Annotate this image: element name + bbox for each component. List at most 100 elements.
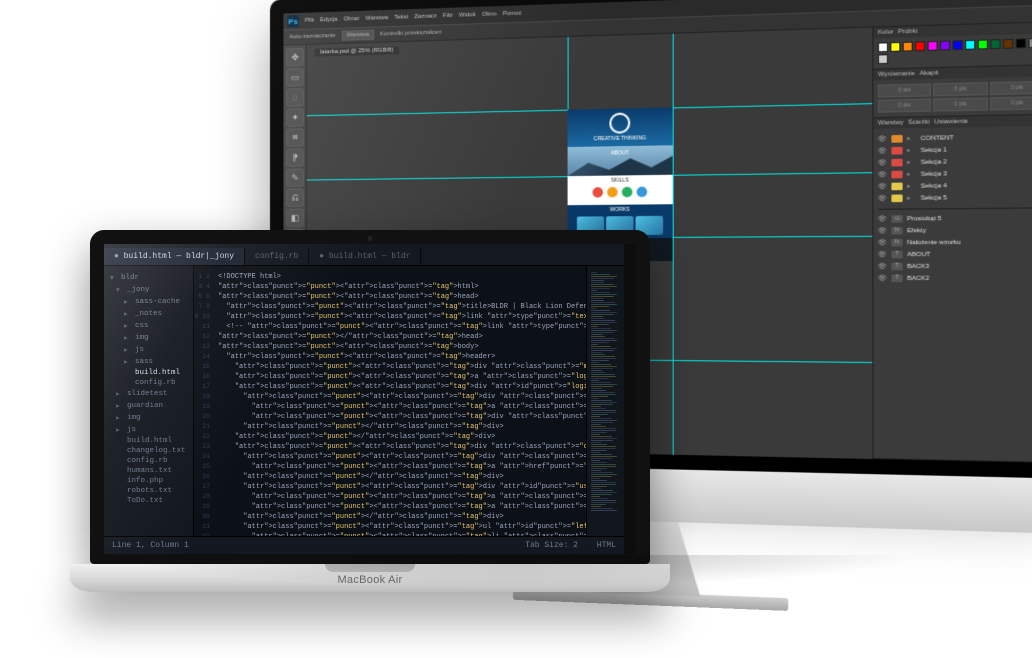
sidebar-folder[interactable]: ▸slidetest [110, 388, 189, 400]
visibility-icon[interactable]: 👁 [878, 275, 887, 283]
ps-option-bounds[interactable]: Kontrolki przekształcen [380, 30, 442, 38]
panel-tab[interactable]: Akapit [920, 70, 939, 77]
ps-menu-item[interactable]: Tekst [394, 14, 408, 21]
swatch[interactable] [978, 39, 988, 49]
swatch[interactable] [890, 42, 900, 52]
folder-icon[interactable]: ▸ [907, 182, 916, 190]
wand-tool-icon[interactable]: ✦ [286, 108, 303, 126]
swatch[interactable] [940, 40, 950, 50]
visibility-icon[interactable]: 👁 [878, 159, 887, 167]
sidebar-file[interactable]: ToDo.txt [110, 496, 189, 506]
visibility-icon[interactable]: 👁 [878, 135, 887, 143]
sidebar-folder[interactable]: ▸sass-cache [110, 296, 189, 308]
folder-icon[interactable]: ▸ [907, 194, 916, 202]
folder-icon[interactable]: ▸ [907, 159, 916, 167]
editor-tab[interactable]: ● build.html — bldr [309, 248, 421, 265]
sidebar-file[interactable]: robots.txt [110, 486, 189, 496]
sidebar-file[interactable]: changelog.txt [110, 446, 189, 456]
sidebar-file[interactable]: config.rb [110, 378, 189, 388]
ps-document-tab[interactable]: latarka.psd @ 25% (RGB/8) [314, 46, 399, 57]
visibility-icon[interactable]: 👁 [878, 263, 887, 271]
layer-row[interactable]: 👁TBACK2 [878, 272, 1032, 284]
ps-menu-item[interactable]: Plik [305, 17, 314, 23]
sidebar-folder[interactable]: ▸guardian [110, 400, 189, 412]
sidebar-folder[interactable]: ▸img [110, 332, 189, 344]
layer-row[interactable]: 👁fxNałożenie wzorku [878, 236, 1032, 249]
ps-menu-item[interactable]: Edycja [320, 17, 338, 24]
ps-menu-item[interactable]: Okno [482, 11, 497, 18]
visibility-icon[interactable]: 👁 [878, 147, 887, 155]
layer-row[interactable]: 👁TABOUT [878, 248, 1032, 261]
sidebar-file[interactable]: build.html [110, 368, 189, 378]
sidebar-folder[interactable]: ▸img [110, 412, 189, 424]
visibility-icon[interactable]: 👁 [878, 251, 887, 259]
editor-tab[interactable]: ● build.html — bldr|_jony [104, 248, 245, 265]
editor-tab[interactable]: config.rb [245, 248, 309, 265]
panel-tab[interactable]: Kolor [878, 29, 894, 36]
visibility-icon[interactable]: 👁 [878, 183, 887, 191]
lasso-tool-icon[interactable]: ◌ [286, 88, 303, 106]
align-field[interactable]: 0 pkt [990, 96, 1032, 110]
swatch[interactable] [965, 40, 975, 50]
layer-row[interactable]: 👁fxEfekty [878, 224, 1032, 237]
ps-menu-item[interactable]: Obraz [343, 16, 359, 23]
sidebar-folder[interactable]: ▸js [110, 424, 189, 436]
ps-option-auto[interactable]: Auto-zaznaczanie [289, 33, 335, 40]
sidebar-folder[interactable]: ▸sass [110, 356, 189, 368]
swatch[interactable] [878, 54, 888, 64]
panel-tab[interactable]: Warstwy [878, 120, 904, 127]
panel-tab[interactable]: Próbki [898, 28, 917, 35]
minimap[interactable] [586, 266, 624, 536]
visibility-icon[interactable]: 👁 [878, 215, 887, 223]
folder-icon[interactable]: ▸ [907, 147, 916, 155]
sidebar-folder[interactable]: ▸css [110, 320, 189, 332]
visibility-icon[interactable]: 👁 [878, 171, 887, 179]
swatch[interactable] [903, 42, 913, 52]
ps-option-mode[interactable]: Warstwa [342, 30, 375, 41]
swatch[interactable] [915, 41, 925, 51]
sidebar-file[interactable]: humans.txt [110, 466, 189, 476]
sidebar-root[interactable]: ▾bldr [110, 272, 189, 284]
visibility-icon[interactable]: 👁 [878, 227, 887, 235]
align-field[interactable]: 0 pkt [934, 97, 988, 111]
sidebar-file[interactable]: info.php [110, 476, 189, 486]
sidebar-folder[interactable]: ▾_jony [110, 284, 189, 296]
ps-menu-item[interactable]: Warstwa [365, 15, 388, 22]
folder-icon[interactable]: ▸ [907, 135, 916, 143]
ps-menu-item[interactable]: Pomoc [503, 10, 522, 17]
swatch[interactable] [952, 40, 962, 50]
status-tab-size[interactable]: Tab Size: 2 [525, 541, 578, 550]
guide-v[interactable] [673, 34, 674, 455]
swatch[interactable] [1003, 39, 1013, 49]
swatch[interactable] [878, 42, 888, 52]
move-tool-icon[interactable]: ✥ [286, 48, 303, 67]
visibility-icon[interactable]: 👁 [878, 195, 887, 203]
swatch[interactable] [1016, 38, 1026, 48]
layer-row[interactable]: 👁▭Prostokąt 5 [878, 212, 1032, 225]
crop-tool-icon[interactable]: ⌗ [286, 128, 303, 146]
panel-tab[interactable]: Ustawienia [934, 119, 967, 126]
sidebar-folder[interactable]: ▸js [110, 344, 189, 356]
layer-row[interactable]: 👁TBACK3 [878, 260, 1032, 272]
align-field[interactable]: 0 pkt [878, 99, 931, 113]
swatch[interactable] [927, 41, 937, 51]
align-field[interactable]: 0 pkt [934, 82, 988, 96]
ps-menu-item[interactable]: Widok [459, 12, 476, 19]
sidebar-file[interactable]: config.rb [110, 456, 189, 466]
eyedropper-tool-icon[interactable]: ⁋ [286, 148, 303, 166]
folder-icon[interactable]: ▸ [907, 170, 916, 178]
sidebar-file[interactable]: build.html [110, 436, 189, 446]
status-language[interactable]: HTML [597, 541, 616, 550]
panel-tab[interactable]: Ścieżki [908, 119, 930, 126]
marquee-tool-icon[interactable]: ▭ [286, 68, 303, 87]
ps-menu-item[interactable]: Zaznacz [414, 13, 437, 20]
panel-tab[interactable]: Wyrównanie [878, 71, 915, 78]
brush-tool-icon[interactable]: ✎ [286, 169, 303, 187]
visibility-icon[interactable]: 👁 [878, 239, 887, 247]
align-field[interactable]: 0 pkt [878, 83, 931, 97]
align-field[interactable]: 0 pkt [990, 81, 1032, 95]
swatch[interactable] [990, 39, 1000, 49]
swatches-grid[interactable] [878, 38, 1032, 64]
layer-row[interactable]: 👁▸Sekcja 5 [878, 191, 1032, 205]
code-area[interactable]: 1 2 3 4 5 6 7 8 9 10 11 12 13 14 15 16 1… [194, 266, 586, 536]
